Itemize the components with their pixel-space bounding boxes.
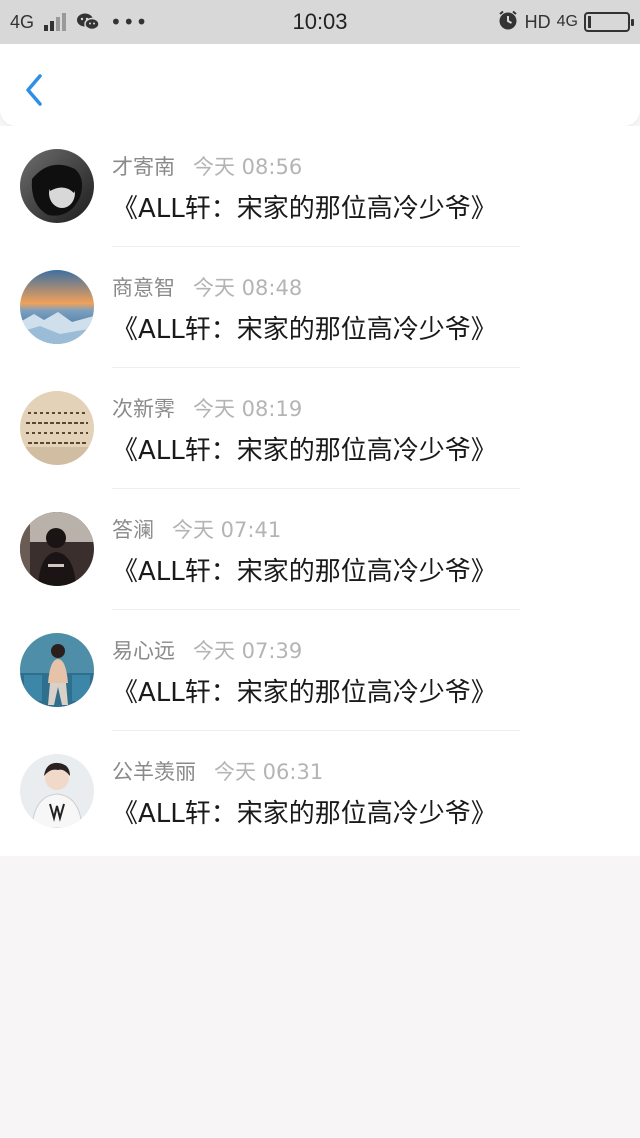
avatar xyxy=(20,754,94,828)
message-time: 今天 06:31 xyxy=(214,760,324,784)
alarm-icon xyxy=(497,9,519,35)
avatar xyxy=(20,149,94,223)
item-meta: 才寄南 今天 08:56 xyxy=(112,151,302,181)
avatar xyxy=(20,391,94,465)
list-item[interactable]: 次新霁 今天 08:19 《ALL轩：宋家的那位高冷少爷》 xyxy=(0,368,640,489)
message-title: 《ALL轩：宋家的那位高冷少爷》 xyxy=(112,557,497,587)
avatar xyxy=(20,633,94,707)
sender-name: 商意智 xyxy=(112,276,175,300)
message-time: 今天 08:48 xyxy=(193,276,303,300)
status-right: HD 4G xyxy=(497,9,634,35)
back-button[interactable] xyxy=(18,70,50,110)
status-bar: 4G ••• 10:03 HD 4G xyxy=(0,0,640,44)
chevron-left-icon xyxy=(26,74,42,106)
item-meta: 公羊羡丽 今天 06:31 xyxy=(112,756,323,786)
message-list: 才寄南 今天 08:56 《ALL轩：宋家的那位高冷少爷》 商意智 今天 08:… xyxy=(0,126,640,856)
hd-label: HD xyxy=(524,11,551,32)
message-title: 《ALL轩：宋家的那位高冷少爷》 xyxy=(112,315,497,345)
avatar xyxy=(20,512,94,586)
battery-icon xyxy=(584,12,634,32)
list-item[interactable]: 易心远 今天 07:39 《ALL轩：宋家的那位高冷少爷》 xyxy=(0,610,640,731)
sender-name: 公羊羡丽 xyxy=(112,760,196,784)
message-title: 《ALL轩：宋家的那位高冷少爷》 xyxy=(112,194,497,224)
message-time: 今天 08:19 xyxy=(193,397,303,421)
message-title: 《ALL轩：宋家的那位高冷少爷》 xyxy=(112,436,497,466)
item-meta: 次新霁 今天 08:19 xyxy=(112,393,302,423)
sender-name: 易心远 xyxy=(112,639,175,663)
sender-name: 答澜 xyxy=(112,518,154,542)
message-time: 今天 07:41 xyxy=(172,518,282,542)
message-title: 《ALL轩：宋家的那位高冷少爷》 xyxy=(112,678,497,708)
list-item[interactable]: 公羊羡丽 今天 06:31 《ALL轩：宋家的那位高冷少爷》 xyxy=(0,731,640,852)
list-item[interactable]: 答澜 今天 07:41 《ALL轩：宋家的那位高冷少爷》 xyxy=(0,489,640,610)
message-time: 今天 08:56 xyxy=(193,155,303,179)
item-meta: 易心远 今天 07:39 xyxy=(112,635,302,665)
nav-bar xyxy=(0,44,640,126)
message-time: 今天 07:39 xyxy=(193,639,303,663)
avatar xyxy=(20,270,94,344)
sender-name: 次新霁 xyxy=(112,397,175,421)
item-meta: 商意智 今天 08:48 xyxy=(112,272,302,302)
network-right-label: 4G xyxy=(556,13,578,30)
sender-name: 才寄南 xyxy=(112,155,175,179)
item-meta: 答澜 今天 07:41 xyxy=(112,514,281,544)
list-item[interactable]: 商意智 今天 08:48 《ALL轩：宋家的那位高冷少爷》 xyxy=(0,247,640,368)
message-title: 《ALL轩：宋家的那位高冷少爷》 xyxy=(112,799,497,829)
list-item[interactable]: 才寄南 今天 08:56 《ALL轩：宋家的那位高冷少爷》 xyxy=(0,126,640,247)
